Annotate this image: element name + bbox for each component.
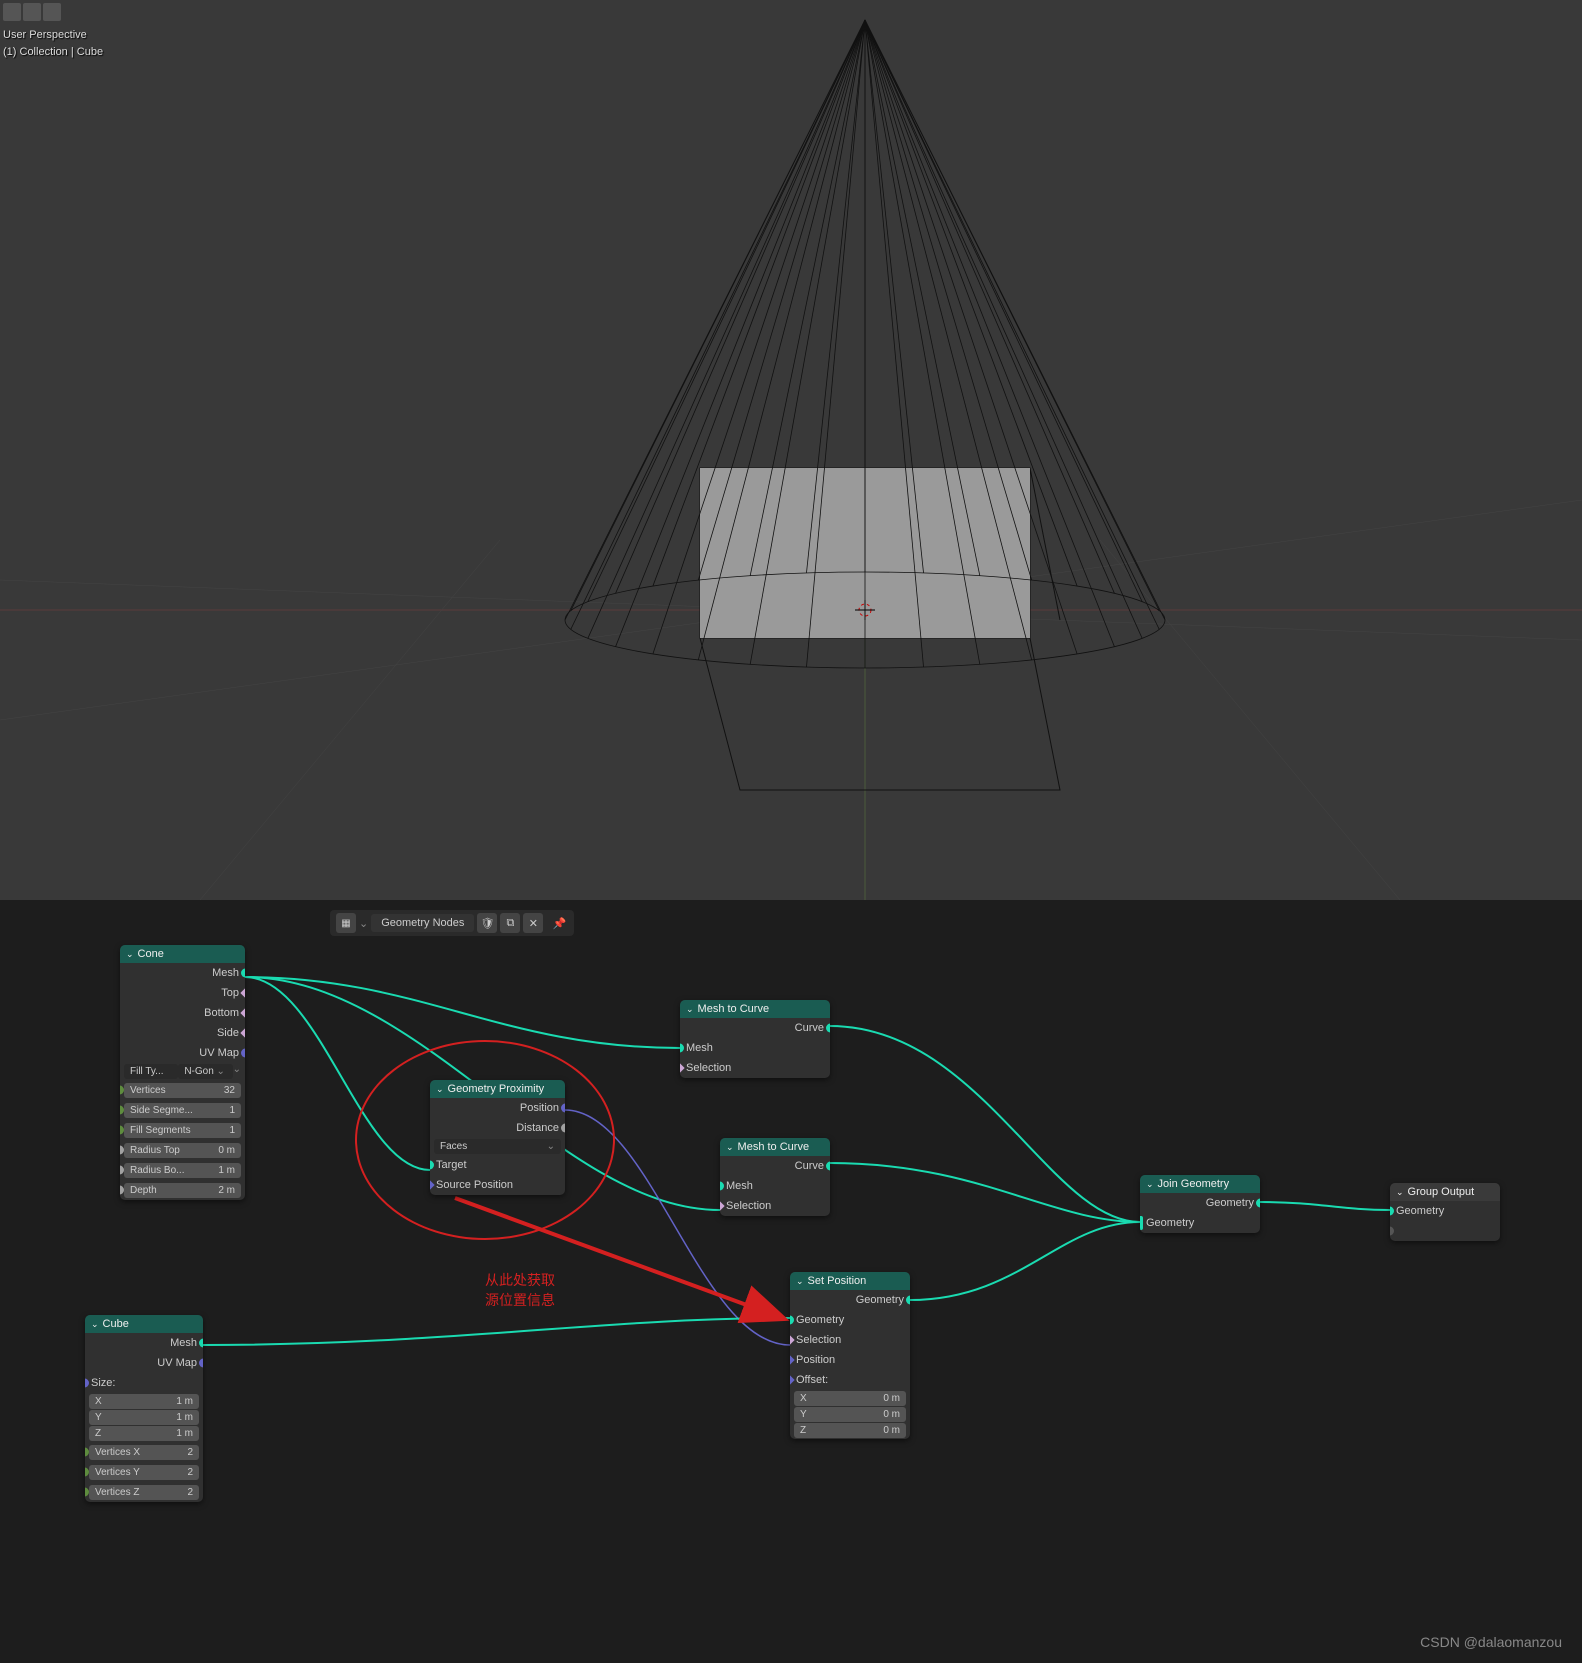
close-icon[interactable]: ✕ xyxy=(523,913,543,933)
socket-position[interactable] xyxy=(790,1354,795,1365)
socket-offset[interactable] xyxy=(790,1374,795,1385)
socket-curve[interactable] xyxy=(826,1024,830,1033)
perspective-label: User Perspective xyxy=(3,27,103,44)
breadcrumb: (1) Collection | Cube xyxy=(3,44,103,61)
editor-type-icon[interactable]: ▦ xyxy=(336,913,356,933)
annotation-text: 从此处获取源位置信息 xyxy=(485,1270,555,1310)
fill-type-dropdown[interactable]: Fill Ty...N-Gon xyxy=(124,1064,241,1079)
socket-distance[interactable] xyxy=(561,1124,565,1133)
socket-position[interactable] xyxy=(561,1104,565,1113)
socket-uvmap[interactable] xyxy=(199,1359,203,1368)
rbot-field[interactable]: Radius Bo...1 m xyxy=(124,1163,241,1178)
shield-icon[interactable]: 🛡 xyxy=(477,913,497,933)
socket-geometry[interactable] xyxy=(906,1296,910,1305)
chevron-down-icon[interactable]: ⌄ xyxy=(796,1276,804,1287)
side-seg-field[interactable]: Side Segme...1 xyxy=(124,1103,241,1118)
node-editor-header: ▦ ⌄ Geometry Nodes 🛡 ⧉ ✕ 📌 xyxy=(330,910,574,936)
viewport-header: User Perspective (1) Collection | Cube xyxy=(3,3,103,60)
vx-field[interactable]: Vertices X2 xyxy=(89,1445,199,1460)
depth-field[interactable]: Depth2 m xyxy=(124,1183,241,1198)
socket-side[interactable] xyxy=(240,1027,245,1038)
chevron-down-icon[interactable]: ⌄ xyxy=(91,1319,99,1330)
node-cone[interactable]: ⌄Cone Mesh Top Bottom Side UV Map Fill T… xyxy=(120,945,245,1200)
node-mesh-to-curve-1[interactable]: ⌄Mesh to Curve Curve Mesh Selection xyxy=(680,1000,830,1078)
socket-bottom[interactable] xyxy=(240,1007,245,1018)
chevron-down-icon[interactable]: ⌄ xyxy=(436,1084,444,1095)
socket-geometry[interactable] xyxy=(1390,1207,1394,1216)
socket-geometry[interactable] xyxy=(1256,1199,1260,1208)
chevron-down-icon[interactable]: ⌄ xyxy=(686,1004,694,1015)
node-editor[interactable]: 从此处获取源位置信息 ⌄Cone Mesh Top Bottom Side UV… xyxy=(0,900,1582,1660)
node-join-geometry[interactable]: ⌄Join Geometry Geometry Geometry xyxy=(1140,1175,1260,1233)
fill-seg-field[interactable]: Fill Segments1 xyxy=(124,1123,241,1138)
copy-icon[interactable]: ⧉ xyxy=(500,913,520,933)
socket-mesh[interactable] xyxy=(241,969,245,978)
socket-mesh[interactable] xyxy=(680,1044,684,1053)
chevron-down-icon[interactable]: ⌄ xyxy=(1396,1187,1404,1198)
size-x-field[interactable]: X1 m xyxy=(89,1394,199,1409)
socket-selection[interactable] xyxy=(790,1334,795,1345)
chevron-down-icon[interactable]: ⌄ xyxy=(726,1142,734,1153)
viewport-3d[interactable]: User Perspective (1) Collection | Cube xyxy=(0,0,1582,900)
socket-selection[interactable] xyxy=(680,1062,685,1073)
nodetree-name[interactable]: Geometry Nodes xyxy=(371,914,474,932)
mode-icon[interactable] xyxy=(43,3,61,21)
vz-field[interactable]: Vertices Z2 xyxy=(89,1485,199,1500)
node-geometry-proximity[interactable]: ⌄Geometry Proximity Position Distance Fa… xyxy=(430,1080,565,1195)
socket-empty[interactable] xyxy=(1390,1227,1394,1236)
watermark: CSDN @dalaomanzou xyxy=(1420,1634,1562,1650)
offset-x-field[interactable]: X0 m xyxy=(794,1391,906,1406)
node-mesh-to-curve-2[interactable]: ⌄Mesh to Curve Curve Mesh Selection xyxy=(720,1138,830,1216)
socket-target[interactable] xyxy=(430,1161,434,1170)
size-y-field[interactable]: Y1 m xyxy=(89,1410,199,1425)
vertices-field[interactable]: Vertices32 xyxy=(124,1083,241,1098)
socket-top[interactable] xyxy=(240,987,245,998)
offset-z-field[interactable]: Z0 m xyxy=(794,1423,906,1438)
node-set-position[interactable]: ⌄Set Position Geometry Geometry Selectio… xyxy=(790,1272,910,1439)
mode-icon[interactable] xyxy=(3,3,21,21)
socket-geometry[interactable] xyxy=(790,1316,794,1325)
socket-mesh[interactable] xyxy=(199,1339,203,1348)
socket-curve[interactable] xyxy=(826,1162,830,1171)
prox-mode-dropdown[interactable]: Faces xyxy=(434,1139,561,1154)
pin-icon[interactable]: 📌 xyxy=(550,914,568,932)
rtop-field[interactable]: Radius Top0 m xyxy=(124,1143,241,1158)
socket-mesh[interactable] xyxy=(720,1182,724,1191)
viewport-scene xyxy=(0,0,1582,900)
chevron-down-icon[interactable]: ⌄ xyxy=(1146,1179,1154,1190)
node-group-output[interactable]: ⌄Group Output Geometry xyxy=(1390,1183,1500,1241)
socket-uvmap[interactable] xyxy=(241,1049,245,1058)
vy-field[interactable]: Vertices Y2 xyxy=(89,1465,199,1480)
socket-source-pos[interactable] xyxy=(430,1179,435,1190)
socket-size[interactable] xyxy=(85,1379,89,1388)
mode-icon[interactable] xyxy=(23,3,41,21)
node-cube[interactable]: ⌄Cube Mesh UV Map Size: X1 m Y1 m Z1 m V… xyxy=(85,1315,203,1502)
socket-selection[interactable] xyxy=(720,1200,725,1211)
size-z-field[interactable]: Z1 m xyxy=(89,1426,199,1441)
chevron-down-icon[interactable]: ⌄ xyxy=(126,949,134,960)
offset-y-field[interactable]: Y0 m xyxy=(794,1407,906,1422)
socket-geometry[interactable] xyxy=(1140,1216,1143,1230)
